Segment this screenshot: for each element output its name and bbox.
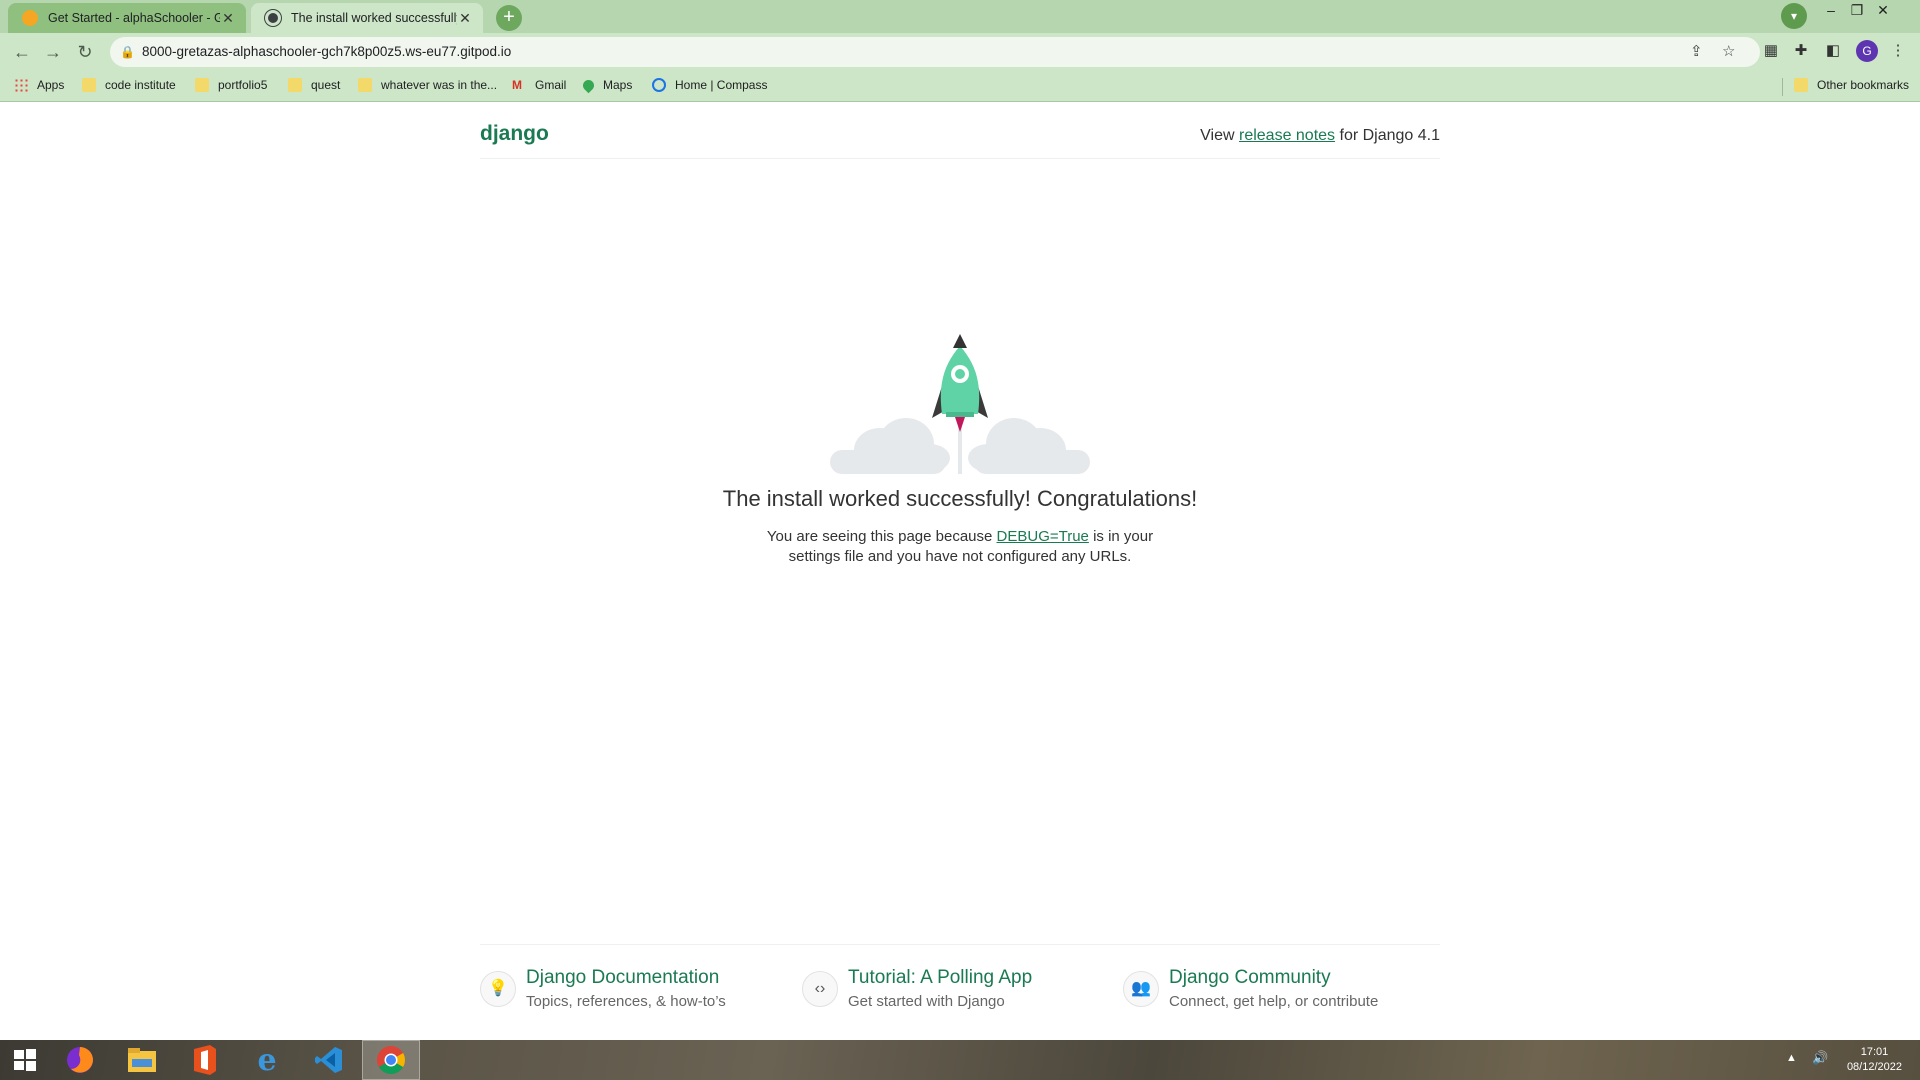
- release-notes-text: View release notes for Django 4.1: [1200, 127, 1440, 145]
- folder-icon: [195, 78, 209, 92]
- bookmark-whatever[interactable]: whatever was in the...: [358, 78, 497, 92]
- vscode-icon[interactable]: [304, 1040, 354, 1080]
- bookmark-label: Gmail: [535, 78, 567, 92]
- debug-prefix: You are seeing this page because: [766, 528, 997, 545]
- django-header: django View release notes for Django 4.1: [480, 102, 1440, 159]
- back-button[interactable]: ←: [8, 39, 36, 65]
- page-content: django View release notes for Django 4.1: [0, 102, 1920, 1040]
- bookmark-code-institute[interactable]: code institute: [82, 78, 176, 92]
- footer-links: 💡 Django Documentation Topics, reference…: [480, 944, 1440, 1024]
- release-notes-link[interactable]: release notes: [1239, 127, 1335, 144]
- chrome-icon[interactable]: [362, 1040, 420, 1080]
- release-suffix: for Django 4.1: [1335, 127, 1440, 144]
- tab-search-button[interactable]: ▾: [1781, 3, 1807, 29]
- bookmark-portfolio5[interactable]: portfolio5: [195, 78, 267, 92]
- office-app-icon[interactable]: [180, 1040, 230, 1080]
- extensions-puzzle-icon[interactable]: ✚: [1791, 41, 1811, 61]
- tray-chevron-icon[interactable]: ▲: [1786, 1052, 1797, 1064]
- card-subtitle: Topics, references, & how-to’s: [526, 993, 726, 1010]
- bookmark-label: portfolio5: [218, 78, 268, 92]
- bookmark-label: Other bookmarks: [1817, 78, 1910, 92]
- close-window-button[interactable]: ✕: [1860, 0, 1906, 30]
- gmail-icon: M: [512, 78, 522, 92]
- folder-icon: [1794, 78, 1808, 92]
- card-subtitle: Connect, get help, or contribute: [1169, 993, 1379, 1010]
- volume-icon[interactable]: 🔊: [1812, 1050, 1828, 1066]
- people-icon: 👥: [1123, 971, 1159, 1007]
- clock-date: 08/12/2022: [1846, 1061, 1902, 1073]
- lock-icon: 🔒: [120, 45, 135, 59]
- windows-taskbar: e ▲ 🔊 17:01 08/12/2022: [0, 1040, 1920, 1080]
- url-text[interactable]: 8000-gretazas-alphaschooler-gch7k8p00z5.…: [142, 44, 511, 59]
- lightbulb-icon: 💡: [480, 971, 516, 1007]
- bookmark-apps[interactable]: Apps: [14, 78, 64, 92]
- bookmark-label: Home | Compass: [675, 78, 768, 92]
- bookmark-compass[interactable]: Home | Compass: [652, 78, 767, 92]
- new-tab-button[interactable]: +: [496, 5, 522, 31]
- menu-kebab-icon[interactable]: ⋮: [1888, 41, 1908, 61]
- bookmark-label: quest: [311, 78, 341, 92]
- reload-button[interactable]: ↻: [71, 39, 99, 65]
- django-logo[interactable]: django: [480, 122, 549, 146]
- globe-favicon-icon: [265, 10, 281, 26]
- clock-time: 17:01: [1860, 1046, 1889, 1058]
- extension-icon[interactable]: ▦: [1761, 41, 1781, 61]
- card-title[interactable]: Tutorial: A Polling App: [848, 967, 1032, 989]
- bookmark-label: Apps: [37, 78, 65, 92]
- code-icon: ‹›: [802, 971, 838, 1007]
- forward-button[interactable]: →: [39, 39, 67, 65]
- file-explorer-icon[interactable]: [117, 1040, 167, 1080]
- card-title[interactable]: Django Community: [1169, 967, 1331, 989]
- folder-icon: [82, 78, 96, 92]
- debug-true-link[interactable]: DEBUG=True: [997, 528, 1089, 545]
- folder-icon: [288, 78, 302, 92]
- success-headline: The install worked successfully! Congrat…: [722, 486, 1198, 511]
- other-bookmarks[interactable]: Other bookmarks: [1794, 78, 1909, 92]
- side-panel-icon[interactable]: ◧: [1823, 41, 1843, 61]
- close-tab-icon[interactable]: ✕: [457, 10, 473, 27]
- firefox-icon[interactable]: [55, 1040, 105, 1080]
- folder-icon: [358, 78, 372, 92]
- compass-icon: [652, 78, 666, 92]
- address-bar[interactable]: 🔒 8000-gretazas-alphaschooler-gch7k8p00z…: [110, 37, 1760, 67]
- tab-title: Get Started - alphaSchooler - Git: [48, 11, 220, 25]
- card-title[interactable]: Django Documentation: [526, 967, 719, 989]
- apps-grid-icon: [14, 78, 28, 92]
- tab-strip: Get Started - alphaSchooler - Git ✕ The …: [0, 0, 1920, 33]
- close-tab-icon[interactable]: ✕: [220, 10, 236, 27]
- taskbar-clock[interactable]: 17:01 08/12/2022: [1847, 1045, 1902, 1075]
- release-prefix: View: [1200, 127, 1239, 144]
- rocket-illustration: [826, 334, 1094, 478]
- gitpod-favicon-icon: [22, 10, 38, 26]
- bookmark-label: code institute: [105, 78, 176, 92]
- bookmark-quest[interactable]: quest: [288, 78, 340, 92]
- bookmark-star-icon[interactable]: ☆: [1722, 42, 1735, 60]
- internet-explorer-icon[interactable]: e: [242, 1040, 292, 1080]
- bookmarks-separator: [1782, 78, 1783, 96]
- card-subtitle: Get started with Django: [848, 993, 1005, 1010]
- start-windows-icon[interactable]: [0, 1040, 50, 1080]
- tab-get-started[interactable]: Get Started - alphaSchooler - Git ✕: [8, 3, 246, 33]
- maps-icon: [580, 77, 597, 93]
- bookmarks-bar: Apps code institute portfolio5 quest wha…: [0, 71, 1920, 102]
- bookmark-label: whatever was in the...: [381, 78, 498, 92]
- tab-install-worked[interactable]: The install worked successfully! C ✕: [251, 3, 483, 33]
- tab-title: The install worked successfully! C: [291, 11, 457, 25]
- bookmark-label: Maps: [603, 78, 633, 92]
- browser-toolbar: ← → ↻ 🔒 8000-gretazas-alphaschooler-gch7…: [0, 33, 1920, 71]
- profile-avatar[interactable]: G: [1856, 40, 1878, 62]
- bookmark-gmail[interactable]: M Gmail: [512, 78, 566, 92]
- debug-message: You are seeing this page because DEBUG=T…: [740, 527, 1180, 567]
- bookmark-maps[interactable]: Maps: [580, 77, 633, 93]
- share-icon[interactable]: ⇪: [1690, 42, 1703, 60]
